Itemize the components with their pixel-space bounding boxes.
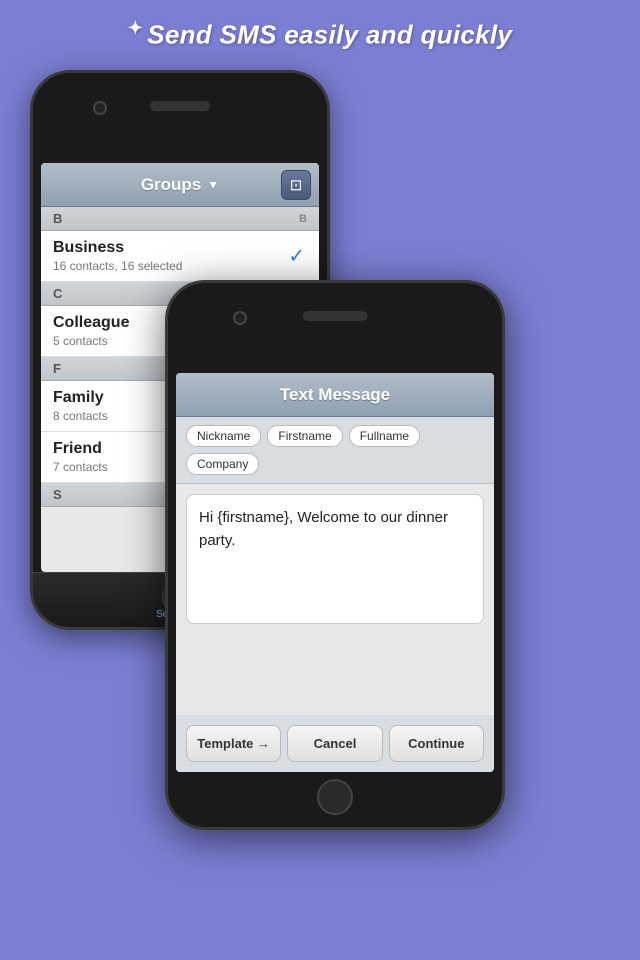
- compose-action-buttons: Template → Cancel Continue: [176, 715, 494, 772]
- message-text-area[interactable]: Hi {firstname}, Welcome to our dinner pa…: [186, 494, 484, 624]
- token-company[interactable]: Company: [186, 453, 259, 475]
- token-fullname[interactable]: Fullname: [349, 425, 420, 447]
- contact-sub-business: 16 contacts, 16 selected: [53, 259, 307, 273]
- section-header-b: B B: [41, 207, 319, 231]
- phone1-camera: [93, 101, 107, 115]
- phone2-speaker: [303, 311, 368, 321]
- cancel-button[interactable]: Cancel: [287, 725, 382, 762]
- text-message-nav-title: Text Message: [280, 385, 390, 405]
- template-button[interactable]: Template →: [186, 725, 281, 762]
- compose-icon: ⊡: [290, 176, 303, 194]
- contact-name-business: Business: [53, 239, 307, 257]
- text-message-nav: Text Message: [176, 373, 494, 417]
- token-bar: Nickname Firstname Fullname Company: [176, 417, 494, 484]
- phone2-screen: Text Message Nickname Firstname Fullname…: [176, 373, 494, 772]
- phone2-device: Text Message Nickname Firstname Fullname…: [165, 280, 505, 830]
- dropdown-arrow-icon[interactable]: ▼: [207, 178, 219, 192]
- groups-nav-bar: Groups ▼ ⊡: [41, 163, 319, 207]
- section-letter-b: B: [53, 211, 62, 226]
- compose-button[interactable]: ⊡: [281, 170, 311, 200]
- section-letter-f: F: [53, 361, 61, 376]
- contact-row-business[interactable]: Business 16 contacts, 16 selected ✓: [41, 231, 319, 282]
- continue-button[interactable]: Continue: [389, 725, 484, 762]
- checkmark-icon-business: ✓: [288, 244, 305, 269]
- star-icon: ✦: [128, 18, 143, 38]
- phone2-camera: [233, 311, 247, 325]
- section-letter-c: C: [53, 286, 62, 301]
- phone2-home-button[interactable]: [317, 779, 353, 815]
- section-letter-s: S: [53, 487, 62, 502]
- token-firstname[interactable]: Firstname: [267, 425, 342, 447]
- token-nickname[interactable]: Nickname: [186, 425, 261, 447]
- phone1-speaker: [150, 101, 210, 111]
- groups-nav-title: Groups ▼: [141, 175, 219, 195]
- section-index-b: B: [299, 213, 307, 225]
- tagline: ✦Send SMS easily and quickly: [0, 18, 640, 51]
